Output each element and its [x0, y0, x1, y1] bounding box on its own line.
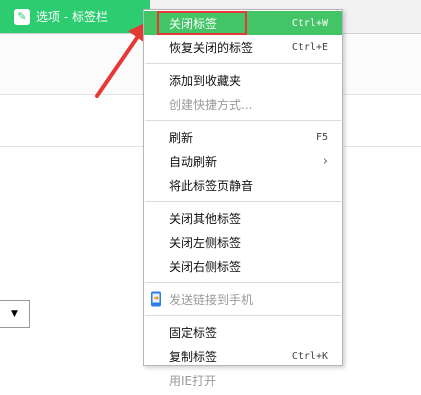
menu-item-close-right-tabs[interactable]: 关闭右侧标签 [144, 254, 342, 278]
wrench-icon: ✎ [14, 8, 30, 25]
menu-item-label: 将此标签页静音 [169, 178, 254, 193]
menu-item-duplicate-tab[interactable]: 复制标签 Ctrl+K [144, 344, 342, 368]
menu-item-mute-tab[interactable]: 将此标签页静音 [144, 173, 342, 197]
menu-item-label: 固定标签 [169, 325, 218, 340]
tab-context-menu: 关闭标签 Ctrl+W 恢复关闭的标签 Ctrl+E 添加到收藏夹 创建快捷方式… [143, 9, 343, 388]
menu-item-close-tab[interactable]: 关闭标签 Ctrl+W [144, 11, 342, 35]
phone-send-icon [151, 291, 161, 307]
menu-separator [145, 315, 341, 316]
menu-item-label: 复制标签 [169, 349, 218, 364]
menu-item-create-shortcut: 创建快捷方式... [144, 92, 342, 116]
menu-item-label: 关闭左侧标签 [169, 235, 242, 250]
menu-item-shortcut: Ctrl+K [291, 350, 328, 362]
menu-separator [145, 63, 341, 64]
menu-item-open-with-ie: 用IE打开 [144, 368, 342, 392]
menu-separator [145, 120, 341, 121]
menu-item-label: 用IE打开 [169, 373, 217, 388]
menu-item-restore-closed-tab[interactable]: 恢复关闭的标签 Ctrl+E [144, 35, 342, 59]
menu-item-label: 创建快捷方式... [169, 97, 253, 112]
annotation-highlight-box [157, 11, 247, 35]
select-dropdown[interactable]: ▼ [0, 300, 30, 328]
menu-item-shortcut: Ctrl+E [291, 41, 328, 53]
dropdown-arrow-icon: ▼ [11, 309, 18, 319]
menu-item-label: 添加到收藏夹 [169, 73, 242, 88]
menu-item-close-other-tabs[interactable]: 关闭其他标签 [144, 206, 342, 230]
menu-item-label: 自动刷新 [169, 154, 218, 169]
menu-item-close-left-tabs[interactable]: 关闭左侧标签 [144, 230, 342, 254]
menu-separator [145, 201, 341, 202]
menu-item-refresh[interactable]: 刷新 F5 [144, 125, 342, 149]
menu-item-add-to-favorites[interactable]: 添加到收藏夹 [144, 68, 342, 92]
menu-item-shortcut: Ctrl+W [291, 17, 328, 29]
menu-item-label: 刷新 [169, 130, 194, 145]
menu-item-auto-refresh[interactable]: 自动刷新 › [144, 149, 342, 173]
menu-item-label: 关闭其他标签 [169, 211, 242, 226]
menu-item-label: 发送链接到手机 [169, 292, 254, 307]
tab-label: 选项 - 标签栏 [36, 10, 108, 24]
tab-options[interactable]: ✎ 选项 - 标签栏 [0, 0, 150, 33]
menu-item-send-link-to-phone: 发送链接到手机 [144, 287, 342, 311]
menu-item-shortcut: F5 [315, 131, 328, 143]
menu-item-label: 关闭右侧标签 [169, 259, 242, 274]
chevron-right-icon: › [322, 153, 328, 169]
menu-item-pin-tab[interactable]: 固定标签 [144, 320, 342, 344]
menu-item-label: 恢复关闭的标签 [169, 40, 254, 55]
menu-separator [145, 282, 341, 283]
